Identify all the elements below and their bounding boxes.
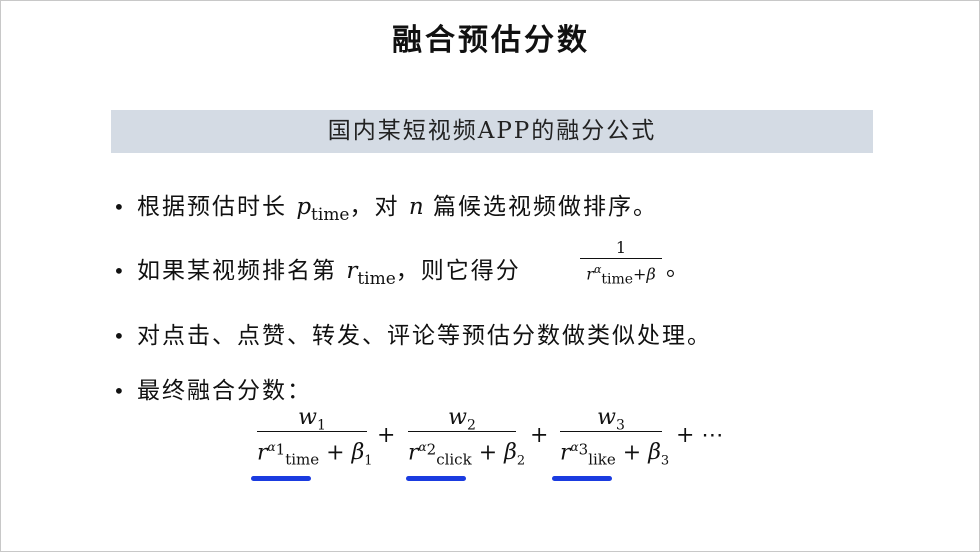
bullet-1: • 根据预估时长 ptime，对 n 篇候选视频做排序。: [113, 187, 658, 225]
bullet-3: • 对点击、点赞、转发、评论等预估分数做类似处理。: [113, 316, 712, 350]
fraction-denominator: rαtime+β: [586, 263, 656, 288]
banner-text: 国内某短视频APP的融分公式: [327, 118, 657, 144]
var-r: r: [346, 258, 358, 284]
slide: 融合预估分数 国内某短视频APP的融分公式 • 根据预估时长 ptime，对 n …: [0, 0, 980, 552]
plus-operator-2: +: [530, 423, 549, 448]
highlight-underline-like: [552, 476, 612, 481]
highlight-underline-click: [406, 476, 466, 481]
denominator-3: rα3like + β3: [560, 440, 670, 469]
bullet-4-text: 最终融合分数：: [137, 378, 312, 404]
formula-term-1: w1 rα1time + β1: [257, 405, 373, 477]
var-n: n: [408, 194, 424, 220]
bullet-2: • 如果某视频排名第 rtime，则它得分: [113, 251, 521, 289]
bullet-2-pre: 如果某视频排名第: [137, 258, 347, 284]
weight-w2: w2: [448, 405, 476, 434]
bullet-dot: •: [113, 195, 127, 219]
weight-w1: w1: [298, 405, 326, 434]
plus-operator-1: +: [377, 423, 396, 448]
bullet-1-post: 篇候选视频做排序。: [423, 194, 658, 220]
sub-time: time: [357, 269, 396, 289]
bullet-dot: •: [113, 379, 127, 403]
formula-term-2: w2 rα2click + β2: [408, 405, 526, 477]
bullet-3-text: 对点击、点赞、转发、评论等预估分数做类似处理。: [137, 323, 712, 349]
bullet-4: • 最终融合分数：: [113, 371, 312, 405]
bullet-dot: •: [113, 259, 127, 283]
sub-time: time: [311, 205, 350, 225]
bullet-1-mid: ，对: [349, 194, 409, 220]
denominator-1: rα1time + β1: [257, 440, 373, 469]
var-p: p: [296, 194, 312, 220]
fraction-numerator: 1: [615, 238, 627, 257]
highlight-underline-time: [251, 476, 311, 481]
weight-w3: w3: [597, 405, 625, 434]
slide-title: 融合预估分数: [392, 23, 590, 58]
inline-fraction: 1 rαtime+β: [578, 238, 664, 291]
bullet-1-pre: 根据预估时长: [137, 194, 297, 220]
denominator-2: rα2click + β2: [408, 440, 526, 469]
bullet-dot: •: [113, 324, 127, 348]
period: 。: [666, 255, 689, 281]
bullet-2-post: ，则它得分: [395, 258, 521, 284]
banner: 国内某短视频APP的融分公式: [111, 110, 873, 153]
formula-term-3: w3 rα3like + β3: [560, 405, 670, 477]
plus-ellipsis: + ⋯: [676, 423, 724, 448]
